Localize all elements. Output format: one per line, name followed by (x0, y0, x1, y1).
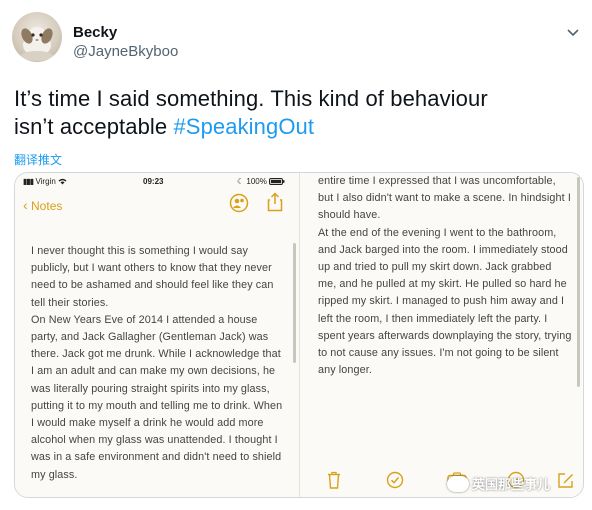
signal-bars-icon: ▮▮▮ (23, 177, 34, 186)
wechat-logo-icon (447, 475, 469, 492)
scrollbar[interactable] (293, 243, 296, 363)
status-battery: ☾ 100% (237, 177, 285, 186)
wifi-icon (58, 178, 67, 185)
bunny-avatar-icon (21, 27, 53, 61)
hashtag-link[interactable]: #SpeakingOut (173, 114, 314, 139)
carrier-label: Virgin (35, 177, 56, 186)
tweet-text-line-2: isn’t acceptable #SpeakingOut (14, 113, 574, 141)
note-body-left: I never thought this is something I woul… (31, 243, 287, 484)
trash-icon[interactable] (327, 471, 341, 489)
note-paragraph: On New Years Eve of 2014 I attended a ho… (31, 313, 283, 481)
note-paragraph: entire time I expressed that I was uncom… (318, 175, 571, 222)
status-time: 09:23 (143, 177, 164, 186)
moon-icon: ☾ (237, 177, 245, 186)
notes-screenshot-right: entire time I expressed that I was uncom… (301, 173, 583, 497)
notes-screenshot-left: ▮▮▮ Virgin 09:23 ☾ 100% ‹ Notes I never … (15, 173, 300, 497)
tweet-text-line-2-prefix: isn’t acceptable (14, 114, 174, 139)
user-name[interactable]: Becky (73, 24, 117, 41)
compose-icon[interactable] (557, 471, 575, 489)
notes-back-button[interactable]: ‹ Notes (23, 197, 62, 213)
battery-icon (269, 178, 285, 185)
translate-tweet-link[interactable]: 翻译推文 (14, 151, 62, 168)
collaborate-icon[interactable] (229, 193, 249, 213)
tweet-text: It’s time I said something. This kind of… (14, 85, 574, 141)
watermark-text: 英国那些事儿 (472, 477, 551, 492)
scrollbar[interactable] (577, 177, 580, 387)
chevron-down-icon[interactable] (566, 28, 580, 38)
checklist-icon[interactable] (386, 471, 404, 489)
battery-percent: 100% (246, 177, 267, 186)
watermark: 英国那些事儿 (447, 474, 550, 493)
note-paragraph: At the end of the evening I went to the … (318, 226, 572, 377)
status-carrier: ▮▮▮ Virgin (23, 177, 67, 186)
avatar[interactable] (12, 12, 62, 62)
user-handle[interactable]: @JayneBkyboo (73, 43, 178, 60)
tweet-text-line-1: It’s time I said something. This kind of… (14, 86, 488, 111)
share-icon[interactable] (267, 192, 283, 212)
note-body-right: entire time I expressed that I was uncom… (318, 173, 572, 379)
notes-back-label: Notes (31, 199, 63, 213)
note-paragraph: I never thought this is something I woul… (31, 245, 274, 309)
tweet-media[interactable]: ▮▮▮ Virgin 09:23 ☾ 100% ‹ Notes I never … (14, 172, 584, 498)
tweet-card: Becky @JayneBkyboo It’s time I said some… (0, 0, 592, 510)
back-chevron-icon: ‹ (23, 197, 28, 213)
